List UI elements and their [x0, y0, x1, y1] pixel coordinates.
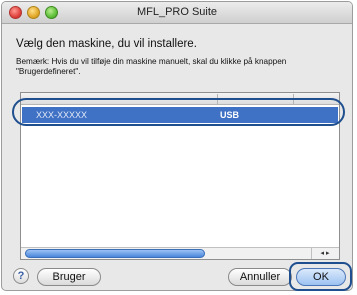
device-row[interactable]: XXX-XXXXX USB: [22, 107, 338, 123]
title-bar: MFL_PRO Suite: [2, 2, 352, 24]
list-header: [21, 93, 339, 105]
window-title: MFL_PRO Suite: [136, 6, 218, 18]
ok-button[interactable]: OK: [296, 268, 346, 286]
cancel-button[interactable]: Annuller: [228, 268, 292, 286]
horizontal-scrollbar[interactable]: ◂ ▸: [21, 247, 339, 259]
column-divider[interactable]: [293, 94, 294, 104]
installer-window: MFL_PRO Suite Vælg den maskine, du vil i…: [1, 1, 353, 291]
scroll-arrows-icon[interactable]: ◂ ▸: [311, 248, 338, 259]
device-list[interactable]: XXX-XXXXX USB ◂ ▸: [20, 92, 340, 260]
column-divider[interactable]: [217, 94, 218, 104]
page-heading: Vælg den maskine, du vil installere.: [16, 38, 197, 50]
instruction-note: Bemærk: Hvis du vil tilføje din maskine …: [16, 57, 287, 76]
help-button[interactable]: ?: [13, 268, 29, 284]
device-name: XXX-XXXXX: [36, 110, 88, 120]
scrollbar-thumb[interactable]: [25, 249, 205, 258]
custom-button[interactable]: Bruger: [37, 268, 101, 286]
device-connection: USB: [220, 110, 240, 120]
